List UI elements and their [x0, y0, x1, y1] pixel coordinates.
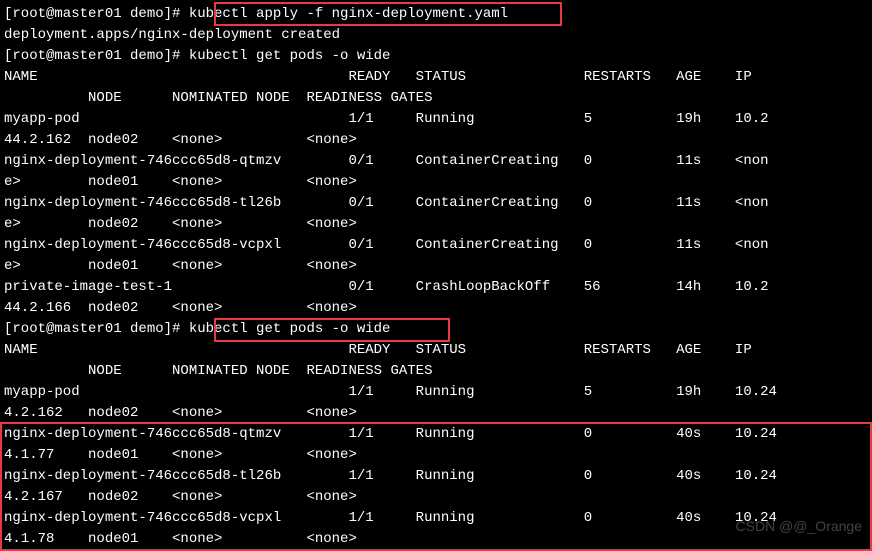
- terminal-line: e> node01 <none> <none>: [4, 256, 868, 277]
- terminal-line: 4.1.78 node01 <none> <none>: [4, 529, 868, 550]
- terminal-line: nginx-deployment-746ccc65d8-qtmzv 0/1 Co…: [4, 151, 868, 172]
- terminal-line: 44.2.166 node02 <none> <none>: [4, 298, 868, 319]
- terminal-line: myapp-pod 1/1 Running 5 19h 10.24: [4, 382, 868, 403]
- terminal-line: e> node01 <none> <none>: [4, 172, 868, 193]
- terminal-line: e> node02 <none> <none>: [4, 214, 868, 235]
- terminal-line: private-image-test-1 0/1 CrashLoopBackOf…: [4, 277, 868, 298]
- terminal-line: 44.2.162 node02 <none> <none>: [4, 130, 868, 151]
- terminal-line: nginx-deployment-746ccc65d8-qtmzv 1/1 Ru…: [4, 424, 868, 445]
- terminal-line: nginx-deployment-746ccc65d8-tl26b 0/1 Co…: [4, 193, 868, 214]
- terminal-line: 4.1.77 node01 <none> <none>: [4, 445, 868, 466]
- terminal-line: [root@master01 demo]# kubectl get pods -…: [4, 319, 868, 340]
- terminal-output: [root@master01 demo]# kubectl apply -f n…: [4, 4, 868, 550]
- terminal-line: [root@master01 demo]# kubectl apply -f n…: [4, 4, 868, 25]
- terminal-line: NODE NOMINATED NODE READINESS GATES: [4, 88, 868, 109]
- terminal-line: NAME READY STATUS RESTARTS AGE IP: [4, 340, 868, 361]
- terminal-line: NODE NOMINATED NODE READINESS GATES: [4, 361, 868, 382]
- terminal-line: NAME READY STATUS RESTARTS AGE IP: [4, 67, 868, 88]
- terminal-line: nginx-deployment-746ccc65d8-vcpxl 1/1 Ru…: [4, 508, 868, 529]
- terminal-line: deployment.apps/nginx-deployment created: [4, 25, 868, 46]
- terminal-line: 4.2.167 node02 <none> <none>: [4, 487, 868, 508]
- terminal-line: nginx-deployment-746ccc65d8-vcpxl 0/1 Co…: [4, 235, 868, 256]
- terminal-line: [root@master01 demo]# kubectl get pods -…: [4, 46, 868, 67]
- terminal-line: myapp-pod 1/1 Running 5 19h 10.2: [4, 109, 868, 130]
- terminal-line: nginx-deployment-746ccc65d8-tl26b 1/1 Ru…: [4, 466, 868, 487]
- terminal-line: 4.2.162 node02 <none> <none>: [4, 403, 868, 424]
